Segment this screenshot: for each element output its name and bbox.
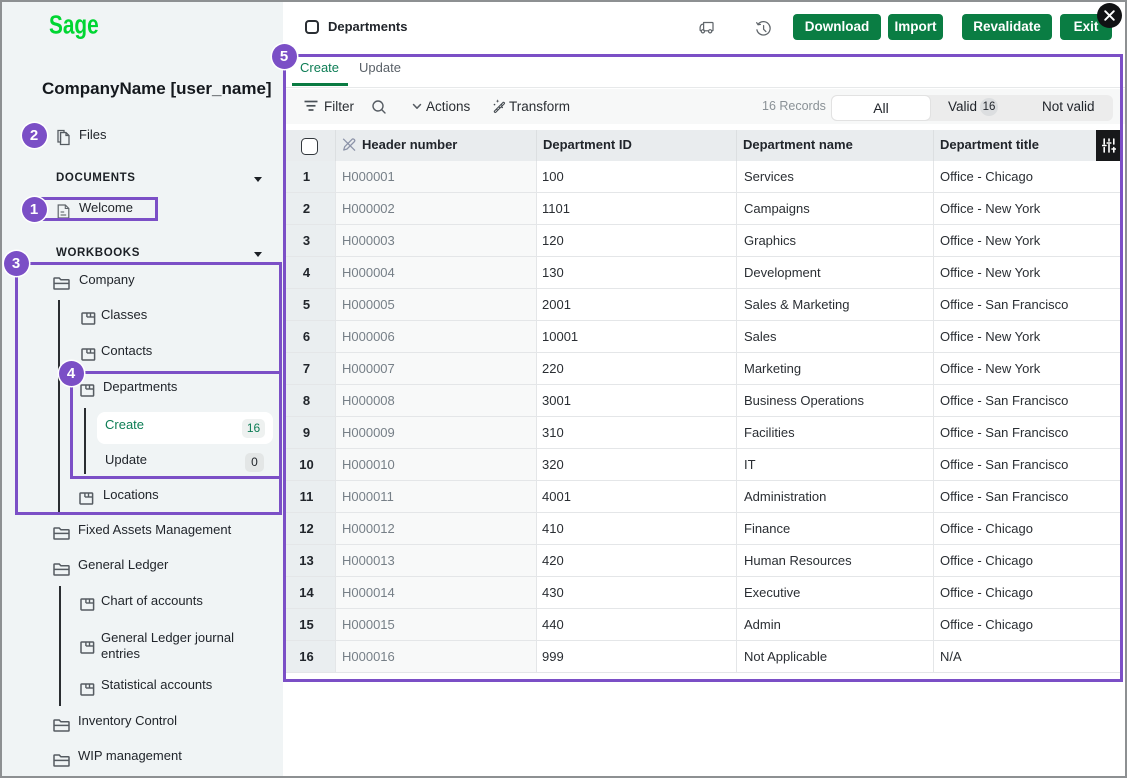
svg-text:Sage: Sage — [49, 12, 99, 39]
